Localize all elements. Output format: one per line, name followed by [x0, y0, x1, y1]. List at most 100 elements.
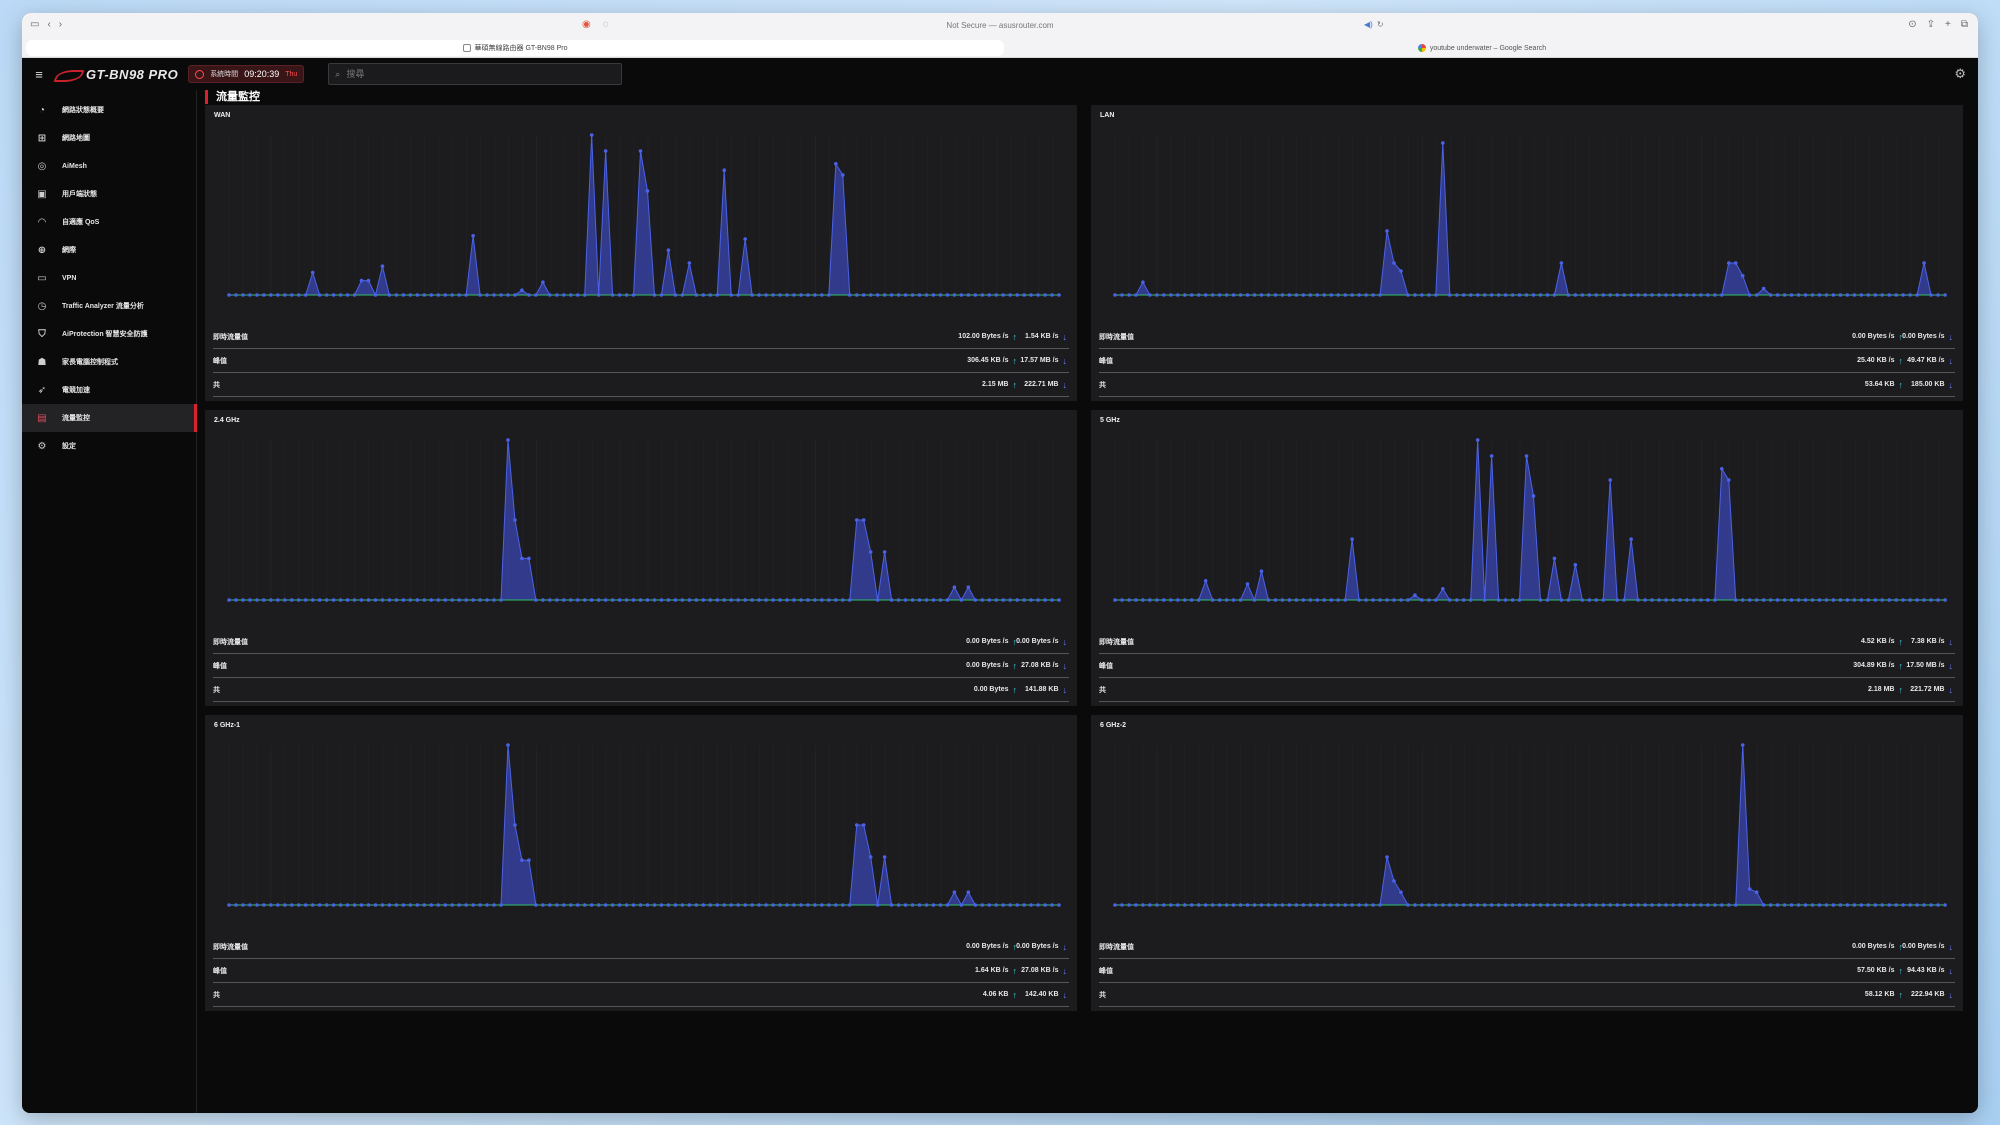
- data-point: [1231, 903, 1236, 907]
- tab-router[interactable]: 華碩無線路由器 GT-BN98 Pro: [26, 40, 1004, 56]
- data-point: [1580, 293, 1585, 297]
- gear-icon[interactable]: ⚙: [1954, 66, 1966, 82]
- data-point: [1636, 293, 1640, 297]
- data-point: [1036, 293, 1040, 297]
- data-point: [973, 903, 978, 907]
- upload-text: 0.00 Bytes /s: [966, 638, 1009, 645]
- data-point: [924, 598, 929, 602]
- data-point: [575, 293, 580, 297]
- share-icon[interactable]: ⇪: [1927, 19, 1935, 30]
- data-point: [1134, 903, 1138, 907]
- data-point: [1699, 598, 1703, 602]
- reload-icon[interactable]: ↻: [1377, 20, 1384, 29]
- data-point: [1308, 903, 1313, 907]
- menu-icon[interactable]: ≡: [22, 67, 56, 82]
- data-point: [436, 903, 441, 907]
- data-point: [1189, 903, 1194, 907]
- data-point: [1803, 293, 1808, 297]
- data-point: [610, 598, 615, 602]
- clock-label: 系統時間: [210, 71, 239, 78]
- aimesh-icon: ◎: [37, 160, 47, 172]
- search-input[interactable]: [346, 69, 616, 79]
- data-point: [1447, 598, 1452, 602]
- sidebar-item[interactable]: ⚙ 設定: [22, 432, 196, 460]
- sidebar-item[interactable]: ◎ AiMesh: [22, 152, 196, 180]
- new-tab-icon[interactable]: +: [1945, 19, 1951, 30]
- sidebar: ◔ 網路狀態概要 ⊞ 網路地圖 ◎ AiMesh ▣ 用戶端狀態 ◠ 自適應 QoS ⊕ 網際 ▭ VPN…: [22, 90, 197, 1113]
- traffic-card: WAN 即時流量值 102.00 Bytes /s ↑ 1.54 KB /s ↓ 峰值 306…: [205, 105, 1077, 401]
- data-point: [1629, 537, 1633, 541]
- data-point: [1838, 293, 1843, 297]
- traffic-chart[interactable]: [1099, 735, 1955, 935]
- upload-value: 0.00 Bytes ↑: [974, 685, 1017, 695]
- data-point: [1134, 598, 1138, 602]
- data-point: [771, 598, 775, 602]
- data-point: [1936, 293, 1940, 297]
- data-point: [701, 598, 706, 602]
- data-point: [1343, 903, 1347, 907]
- sidebar-item[interactable]: ⊕ 網際: [22, 236, 196, 264]
- sidebar-item[interactable]: ➶ 電競加速: [22, 376, 196, 404]
- sidebar-item[interactable]: ◠ 自適應 QoS: [22, 208, 196, 236]
- stat-row-total: 共 53.64 KB ↑ 185.00 KB ↓: [1099, 373, 1955, 397]
- sidebar-item[interactable]: ▤ 流量監控: [22, 404, 197, 432]
- traffic-chart[interactable]: [213, 430, 1069, 630]
- stat-label: 即時流量值: [213, 943, 248, 951]
- data-point: [1908, 598, 1912, 602]
- data-point: [659, 293, 664, 297]
- arrow-up-icon: ↑: [1012, 965, 1018, 976]
- data-point: [492, 598, 496, 602]
- data-point: [1210, 293, 1215, 297]
- sidebar-item[interactable]: ⊞ 網路地圖: [22, 124, 196, 152]
- data-point: [617, 598, 622, 602]
- data-point: [534, 903, 538, 907]
- traffic-chart[interactable]: [1099, 430, 1955, 630]
- sidebar-item[interactable]: ☗ 家長電腦控制程式: [22, 348, 196, 376]
- data-point: [1252, 903, 1257, 907]
- traffic-chart[interactable]: [213, 125, 1069, 325]
- data-point: [687, 903, 692, 907]
- sidebar-item[interactable]: ⛉ AiProtection 智慧安全防護: [22, 320, 196, 348]
- data-point: [603, 903, 608, 907]
- data-point: [938, 598, 943, 602]
- data-point: [729, 598, 733, 602]
- search-box[interactable]: ⌕: [328, 63, 623, 85]
- sidebar-item[interactable]: ▭ VPN: [22, 264, 196, 292]
- data-point: [1768, 598, 1773, 602]
- stat-row-realtime: 即時流量值 0.00 Bytes /s ↑ 0.00 Bytes /s ↓: [1099, 935, 1955, 959]
- address-bar[interactable]: Not Secure — asusrouter.com: [22, 21, 1978, 30]
- data-point: [1706, 293, 1710, 297]
- data-point: [666, 903, 671, 907]
- data-point: [694, 293, 699, 297]
- traffic-chart[interactable]: [213, 735, 1069, 935]
- data-point: [617, 903, 622, 907]
- data-point: [527, 556, 531, 561]
- download-icon[interactable]: ⊙: [1908, 19, 1916, 30]
- traffic-chart[interactable]: [1099, 125, 1955, 325]
- stat-label: 即時流量值: [1099, 943, 1134, 951]
- tab-google-search[interactable]: youtube underwater – Google Search: [1006, 40, 1958, 56]
- data-point: [345, 903, 350, 907]
- data-point: [282, 293, 287, 297]
- data-point: [499, 293, 503, 297]
- data-point: [1594, 598, 1599, 602]
- data-point: [624, 903, 629, 907]
- stats-table: 即時流量值 102.00 Bytes /s ↑ 1.54 KB /s ↓ 峰值 306.45…: [213, 325, 1069, 397]
- data-point: [241, 293, 245, 297]
- tabs-overview-icon[interactable]: ⧉: [1961, 19, 1968, 30]
- data-point: [1175, 903, 1180, 907]
- data-point: [485, 903, 489, 907]
- data-point: [248, 598, 252, 602]
- sidebar-item[interactable]: ◷ Traffic Analyzer 流量分析: [22, 292, 196, 320]
- audio-icon[interactable]: ◀): [1364, 20, 1373, 29]
- sidebar-item[interactable]: ◔ 網路狀態概要: [22, 96, 196, 124]
- data-point: [652, 598, 657, 602]
- data-point: [1671, 903, 1675, 907]
- data-point: [1901, 598, 1905, 602]
- upload-value: 0.00 Bytes /s ↑: [1852, 332, 1903, 342]
- sidebar-item[interactable]: ▣ 用戶端狀態: [22, 180, 196, 208]
- data-point: [764, 598, 768, 602]
- data-point: [1775, 293, 1780, 297]
- data-point: [1252, 598, 1257, 602]
- data-point: [394, 293, 399, 297]
